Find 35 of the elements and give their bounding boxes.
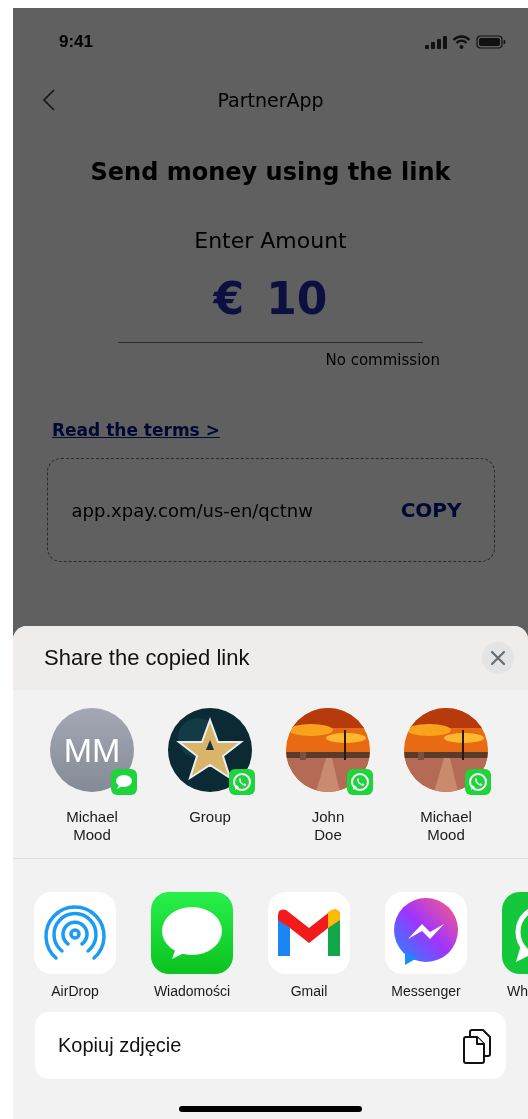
- close-icon: [491, 651, 505, 665]
- lightning-bubble-icon: [385, 892, 467, 974]
- app-label[interactable]: Wh: [507, 983, 528, 999]
- contact-name[interactable]: Group: [189, 808, 231, 826]
- phone-bubble-icon: [347, 769, 373, 795]
- app-title: PartnerApp: [217, 89, 324, 111]
- commission-note: No commission: [325, 351, 440, 369]
- app-label[interactable]: Wiadomości: [153, 983, 231, 999]
- sheet-title: Share the copied link: [44, 645, 250, 671]
- app-label[interactable]: AirDrop: [51, 983, 99, 999]
- status-time: 9:41: [59, 32, 94, 52]
- signal-icon: [425, 35, 447, 49]
- back-button[interactable]: [42, 88, 56, 112]
- link-url: app.xpay.com/us-en/qctnw: [71, 499, 313, 521]
- action-button[interactable]: Kopiuj zdjęcie: [35, 1012, 506, 1079]
- contact-name[interactable]: Michael Mood: [66, 808, 118, 844]
- battery-icon: [476, 35, 506, 49]
- currency-symbol: €: [213, 273, 245, 324]
- contact-name[interactable]: John Doe: [311, 808, 345, 844]
- phone-bubble-icon: [465, 769, 491, 795]
- copy-icon: [462, 1027, 492, 1064]
- close-button[interactable]: [482, 642, 514, 674]
- speech-bubble-icon: [151, 892, 233, 974]
- amount-label: Enter Amount: [194, 228, 347, 253]
- airdrop-icon: [34, 892, 116, 974]
- contact-name[interactable]: Michael Mood: [420, 808, 472, 844]
- wifi-icon: [452, 35, 471, 49]
- mail-icon: [268, 892, 350, 974]
- phone-bubble-icon: [229, 769, 255, 795]
- app-label[interactable]: Messenger: [391, 983, 461, 999]
- page-heading: Send money using the link: [90, 158, 451, 186]
- avatar: MM: [50, 708, 134, 792]
- chat-bubble-icon: [111, 769, 137, 795]
- phone-bubble-icon: [502, 892, 528, 974]
- app-label[interactable]: Gmail: [290, 983, 328, 999]
